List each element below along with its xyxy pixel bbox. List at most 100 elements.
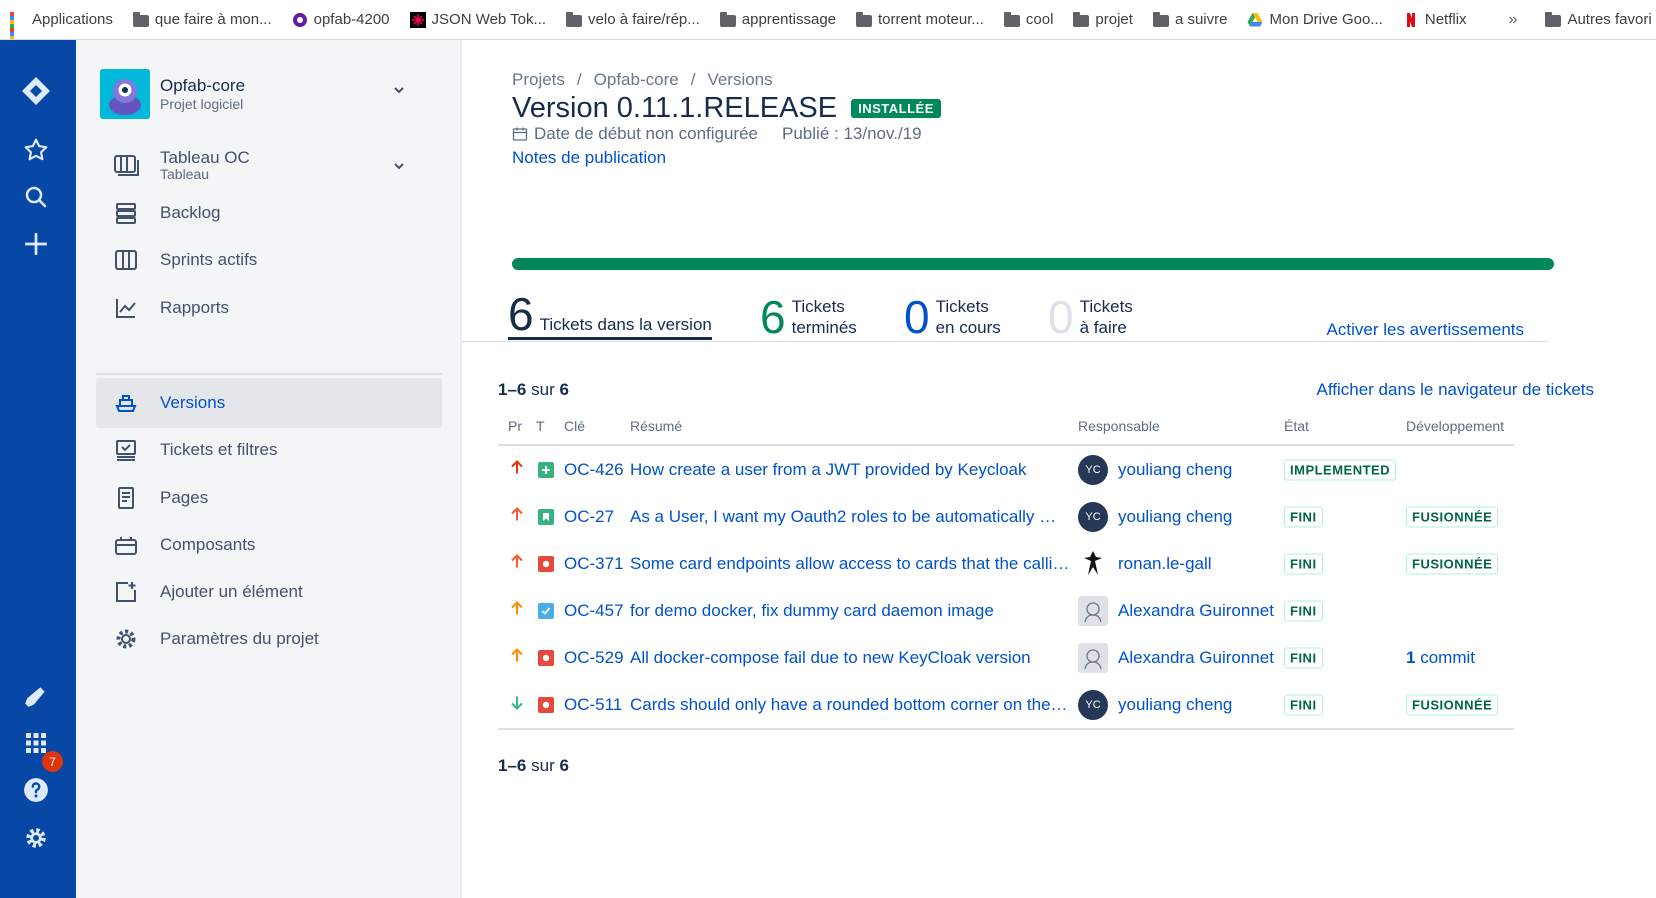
column-assignee[interactable]: Responsable: [1078, 418, 1160, 434]
new-feature-icon: [538, 461, 554, 478]
issue-summary[interactable]: Cards should only have a rounded bottom …: [630, 695, 1070, 715]
table-row[interactable]: OC-27 As a User, I want my Oauth2 roles …: [498, 493, 1514, 540]
issue-summary[interactable]: Some card endpoints allow access to card…: [630, 554, 1070, 574]
bookmark-folder[interactable]: cool: [1003, 11, 1053, 28]
breadcrumb-projects[interactable]: Projets: [512, 70, 565, 89]
column-priority[interactable]: Pr: [508, 418, 522, 434]
bookmark-folder[interactable]: velo à faire/rép...: [566, 11, 700, 28]
table-row[interactable]: OC-511 Cards should only have a rounded …: [498, 681, 1514, 728]
bookmark-jwt[interactable]: JSON Web Tok...: [409, 11, 546, 28]
column-type[interactable]: T: [536, 418, 545, 434]
issue-key[interactable]: OC-511: [564, 695, 622, 715]
issue-status-lozenge[interactable]: FINI: [1284, 553, 1323, 574]
column-key[interactable]: Clé: [564, 418, 585, 434]
sidebar-item-add-item[interactable]: Ajouter un élément: [96, 567, 442, 617]
issue-status-lozenge[interactable]: FINI: [1284, 506, 1323, 527]
assignee-name[interactable]: youliang cheng: [1118, 695, 1232, 715]
avatar: [1078, 549, 1108, 579]
create-plus-icon[interactable]: [18, 226, 54, 262]
folder-icon: [132, 11, 149, 27]
issue-key[interactable]: OC-371: [564, 554, 624, 574]
table-row[interactable]: OC-426 How create a user from a JWT prov…: [498, 446, 1514, 493]
sidebar-item-versions[interactable]: Versions: [96, 378, 442, 428]
stat-issues-done[interactable]: 6 Tickets terminés: [760, 288, 857, 340]
column-summary[interactable]: Résumé: [630, 418, 682, 434]
stat-issues-in-version[interactable]: 6 Tickets dans la version: [508, 288, 712, 340]
settings-gear-icon[interactable]: [18, 820, 54, 856]
sidebar-item-label: Sprints actifs: [160, 250, 258, 269]
bookmarks-overflow-button[interactable]: »: [1509, 11, 1518, 29]
sidebar-item-label: Pages: [160, 488, 209, 507]
development-status[interactable]: FUSIONNÉE: [1406, 553, 1499, 574]
stat-issues-todo[interactable]: 0 Tickets à faire: [1048, 288, 1133, 340]
breadcrumb-versions[interactable]: Versions: [707, 70, 772, 89]
stat-issues-in-progress[interactable]: 0 Tickets en cours: [904, 288, 1001, 340]
release-notes-link[interactable]: Notes de publication: [512, 148, 666, 168]
issue-summary[interactable]: How create a user from a JWT provided by…: [630, 460, 1070, 480]
assignee-name[interactable]: youliang cheng: [1118, 460, 1232, 480]
bookmark-folder[interactable]: projet: [1073, 11, 1133, 28]
development-status[interactable]: FUSIONNÉE: [1406, 506, 1499, 527]
bookmark-drive[interactable]: Mon Drive Goo...: [1247, 11, 1383, 28]
issue-summary[interactable]: As a User, I want my Oauth2 roles to be …: [630, 507, 1070, 527]
sidebar-item-active-sprints[interactable]: Sprints actifs: [96, 235, 442, 285]
bookmark-other-folder[interactable]: Autres favori: [1545, 11, 1652, 28]
table-row[interactable]: OC-529 All docker-compose fail due to ne…: [498, 634, 1514, 681]
bookmark-applications[interactable]: Applications: [10, 11, 113, 39]
notifications-megaphone-icon[interactable]: [18, 678, 54, 714]
issues-icon: [112, 436, 140, 464]
issue-summary[interactable]: All docker-compose fail due to new KeyCl…: [630, 648, 1070, 668]
sidebar-item-issues-filters[interactable]: Tickets et filtres: [96, 425, 442, 475]
issue-summary[interactable]: for demo docker, fix dummy card daemon i…: [630, 601, 1070, 621]
table-row[interactable]: OC-371 Some card endpoints allow access …: [498, 540, 1514, 587]
enable-warnings-link[interactable]: Activer les avertissements: [1327, 320, 1524, 340]
app-switcher-icon[interactable]: [18, 725, 54, 761]
assignee-name[interactable]: youliang cheng: [1118, 507, 1232, 527]
avatar: [1078, 595, 1108, 626]
issue-key[interactable]: OC-27: [564, 507, 614, 527]
sidebar-item-pages[interactable]: Pages: [96, 473, 442, 523]
project-header[interactable]: Opfab-core Projet logiciel: [100, 69, 245, 119]
bookmark-folder[interactable]: que faire à mon...: [132, 11, 272, 28]
bookmark-opfab[interactable]: opfab-4200: [292, 11, 390, 28]
bookmark-folder[interactable]: torrent moteur...: [856, 11, 984, 28]
issue-key[interactable]: OC-529: [564, 648, 624, 668]
assignee-name[interactable]: ronan.le-gall: [1118, 554, 1212, 574]
story-icon: [538, 508, 554, 525]
column-development[interactable]: Développement: [1406, 418, 1504, 434]
sidebar-item-backlog[interactable]: Backlog: [96, 188, 442, 238]
issue-navigator-link[interactable]: Afficher dans le navigateur de tickets: [1316, 380, 1594, 400]
bookmark-folder[interactable]: apprentissage: [719, 11, 836, 28]
sidebar-item-reports[interactable]: Rapports: [96, 283, 442, 333]
table-row[interactable]: OC-457 for demo docker, fix dummy card d…: [498, 587, 1514, 634]
issue-key[interactable]: OC-426: [564, 460, 624, 480]
sidebar-item-project-settings[interactable]: Paramètres du projet: [96, 614, 442, 664]
bookmark-folder[interactable]: a suivre: [1152, 11, 1227, 28]
issue-status-lozenge[interactable]: FINI: [1284, 694, 1323, 715]
commit-link[interactable]: 1 commit: [1406, 648, 1475, 668]
issue-key[interactable]: OC-457: [564, 601, 624, 621]
avatar: YC: [1078, 454, 1108, 485]
column-status[interactable]: État: [1284, 418, 1309, 434]
development-status[interactable]: FUSIONNÉE: [1406, 694, 1499, 715]
search-icon[interactable]: [18, 179, 54, 215]
avatar: [1078, 642, 1108, 673]
bookmark-label: Autres favori: [1567, 11, 1652, 28]
sidebar-item-label: Tickets et filtres: [160, 440, 278, 459]
assignee-name[interactable]: Alexandra Guironnet: [1118, 648, 1274, 668]
help-icon[interactable]: [18, 772, 54, 808]
assignee-name[interactable]: Alexandra Guironnet: [1118, 601, 1274, 621]
bookmark-netflix[interactable]: Netflix: [1403, 11, 1467, 28]
sidebar-item-components[interactable]: Composants: [96, 520, 442, 570]
star-icon[interactable]: [18, 132, 54, 168]
issue-status-lozenge[interactable]: FINI: [1284, 647, 1323, 668]
bookmark-label: apprentissage: [741, 11, 836, 28]
issue-status-lozenge[interactable]: IMPLEMENTED: [1284, 459, 1397, 480]
jira-logo-icon[interactable]: [18, 73, 54, 109]
chevron-down-icon[interactable]: [391, 158, 407, 174]
gear-icon: [112, 625, 140, 653]
breadcrumb-project[interactable]: Opfab-core: [594, 70, 679, 89]
chevron-down-icon[interactable]: [391, 82, 407, 98]
pagination-total: 6: [559, 756, 569, 775]
issue-status-lozenge[interactable]: FINI: [1284, 600, 1323, 621]
